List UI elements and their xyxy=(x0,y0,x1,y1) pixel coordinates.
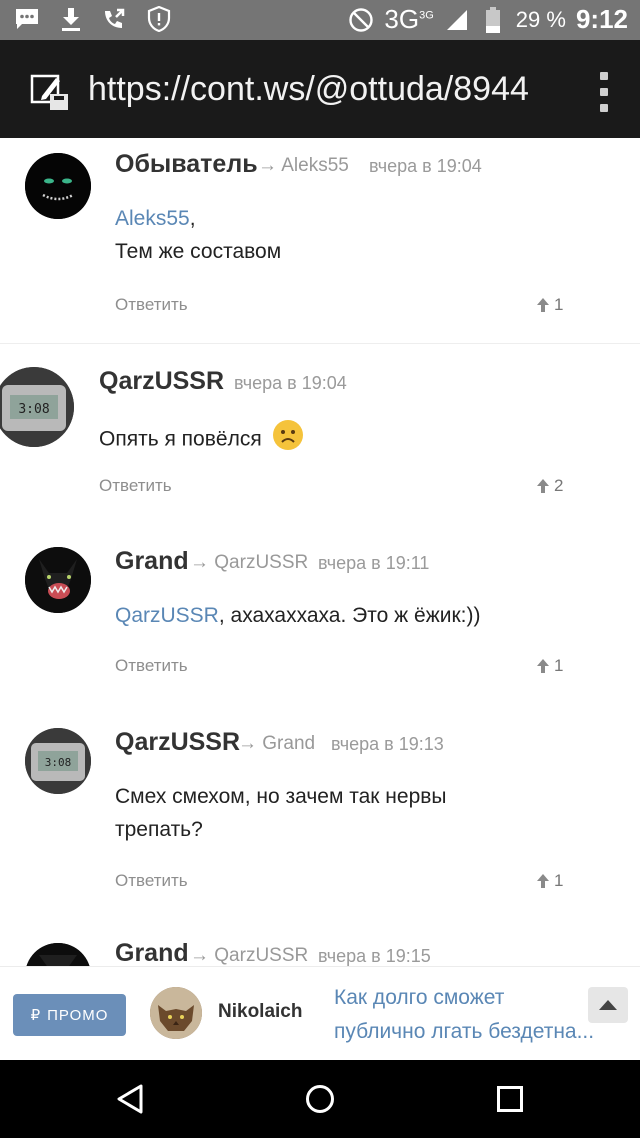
avatar[interactable]: 3:08 xyxy=(25,728,91,794)
mention-link[interactable]: Aleks55 xyxy=(115,207,190,230)
reply-button[interactable]: Ответить xyxy=(99,476,172,496)
promo-title-link[interactable]: Как долго сможет публично лгать бездетна… xyxy=(334,981,626,1049)
reply-to-user[interactable]: → QarzUSSR xyxy=(190,945,308,966)
upvote-button[interactable]: 1 xyxy=(536,656,563,676)
battery-level: 29 % xyxy=(515,6,566,32)
status-system: 3G3G 29 % 9:12 xyxy=(348,4,628,35)
message-icon xyxy=(14,6,40,32)
comment: Grand → QarzUSSR вчера в 19:11 QarzUSSR,… xyxy=(0,523,640,703)
vote-count: 2 xyxy=(554,476,564,495)
avatar[interactable] xyxy=(25,153,91,219)
browser-toolbar: https://cont.ws/@ottuda/8944 xyxy=(0,40,640,138)
vote-count: 1 xyxy=(554,295,564,314)
reply-button[interactable]: Ответить xyxy=(115,656,188,676)
reply-to-user[interactable]: → QarzUSSR xyxy=(190,552,308,574)
arrow-up-icon xyxy=(537,874,549,888)
network-type: 3G3G xyxy=(384,4,434,34)
svg-text:3:08: 3:08 xyxy=(45,756,72,769)
do-not-disturb-icon xyxy=(348,7,374,33)
signal-icon xyxy=(444,7,470,33)
comment-text: QarzUSSR, ахахаххаха. Это ж ёжик:)) xyxy=(115,604,481,627)
comment-author[interactable]: QarzUSSR xyxy=(115,728,240,757)
avatar[interactable] xyxy=(25,547,91,613)
comment: 3:08 QarzUSSR вчера в 19:04 Опять я повё… xyxy=(0,343,640,523)
avatar[interactable] xyxy=(25,943,91,966)
edit-page-icon[interactable] xyxy=(30,72,72,112)
url-field[interactable]: https://cont.ws/@ottuda/8944 xyxy=(88,70,529,109)
status-bar: 3G3G 29 % 9:12 xyxy=(0,0,640,40)
comment-text: Опять я повёлся xyxy=(99,419,304,461)
ruble-icon: ₽ xyxy=(30,1007,42,1024)
vote-count: 1 xyxy=(554,871,564,890)
comment: Grand → QarzUSSR вчера в 19:15 xyxy=(0,919,640,966)
avatar[interactable] xyxy=(150,987,202,1039)
status-notifications xyxy=(14,6,172,32)
arrow-up-icon xyxy=(537,659,549,673)
upvote-button[interactable]: 2 xyxy=(536,476,563,496)
recent-apps-icon[interactable] xyxy=(493,1082,527,1116)
comment-author[interactable]: QarzUSSR xyxy=(99,367,224,396)
shield-alert-icon xyxy=(146,6,172,32)
reply-button[interactable]: Ответить xyxy=(115,295,188,315)
comment-time: вчера в 19:13 xyxy=(331,734,444,754)
comment-time: вчера в 19:15 xyxy=(318,946,431,966)
comment-author[interactable]: Обыватель xyxy=(115,150,258,179)
home-icon[interactable] xyxy=(303,1082,337,1116)
comments-list: Обыватель → Aleks55 вчера в 19:04 Aleks5… xyxy=(0,138,640,966)
promo-bar: ₽ ПРОМО Nikolaich Как долго сможет публи… xyxy=(0,966,640,1060)
download-icon xyxy=(58,6,84,32)
comment-text: Aleks55, Тем же составом xyxy=(115,207,282,263)
clock: 9:12 xyxy=(575,4,628,34)
mention-link[interactable]: QarzUSSR xyxy=(115,604,219,627)
comment-time: вчера в 19:11 xyxy=(318,553,430,573)
menu-dots-icon[interactable] xyxy=(598,72,610,112)
upvote-button[interactable]: 1 xyxy=(536,295,563,315)
upvote-button[interactable]: 1 xyxy=(536,871,563,891)
avatar[interactable]: 3:08 xyxy=(0,367,74,447)
reply-button[interactable]: Ответить xyxy=(115,871,188,891)
svg-text:3:08: 3:08 xyxy=(18,402,49,417)
comment-time: вчера в 19:04 xyxy=(234,373,347,393)
comment: 3:08 QarzUSSR → Grand вчера в 19:13 Смех… xyxy=(0,704,640,919)
vote-count: 1 xyxy=(554,656,564,675)
comment-time: вчера в 19:04 xyxy=(369,156,482,176)
reply-to-user[interactable]: → Aleks55 xyxy=(258,155,349,177)
promo-button[interactable]: ₽ ПРОМО xyxy=(13,994,126,1036)
arrow-up-icon xyxy=(537,298,549,312)
triangle-up-icon xyxy=(599,1000,617,1010)
navigation-bar xyxy=(0,1060,640,1138)
call-forward-icon xyxy=(102,6,128,32)
back-icon[interactable] xyxy=(113,1082,147,1116)
battery-icon xyxy=(480,6,506,33)
comment-author[interactable]: Grand xyxy=(115,547,189,576)
scroll-to-top-button[interactable] xyxy=(588,987,628,1023)
arrow-up-icon xyxy=(537,479,549,493)
promo-author[interactable]: Nikolaich xyxy=(218,1001,302,1023)
reply-to-user[interactable]: → Grand xyxy=(238,733,315,755)
comment-text: Смех смехом, но зачем так нервы трепать? xyxy=(115,785,447,841)
worried-face-icon xyxy=(272,419,304,461)
comment-author[interactable]: Grand xyxy=(115,939,189,966)
comment: Обыватель → Aleks55 вчера в 19:04 Aleks5… xyxy=(0,138,640,328)
